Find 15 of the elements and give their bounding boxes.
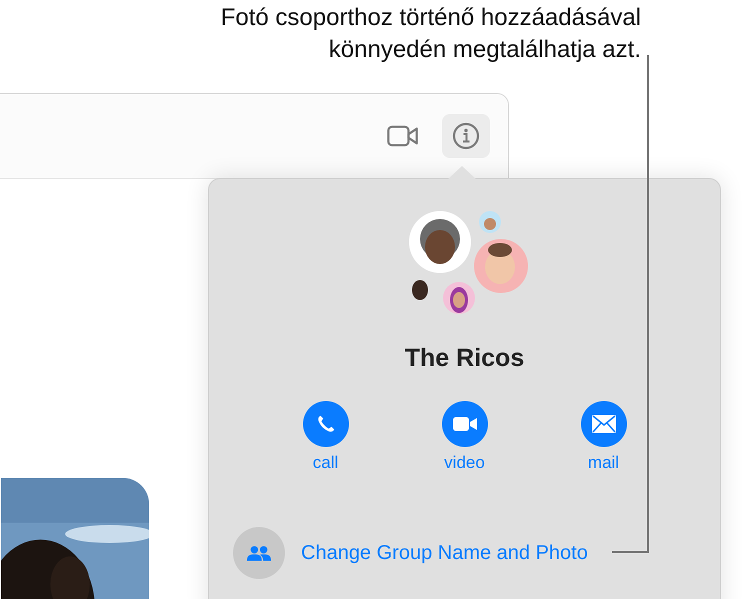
mail-label: mail xyxy=(588,453,620,473)
call-button[interactable] xyxy=(302,401,348,447)
callout-text: Fotó csoporthoz történő hozzáadásával könnyedén megtalálhatja azt. xyxy=(220,3,641,65)
change-group-name-link[interactable]: Change Group Name and Photo xyxy=(301,542,588,564)
video-button[interactable] xyxy=(442,401,488,447)
group-name: The Ricos xyxy=(404,344,524,373)
video-camera-icon[interactable] xyxy=(386,125,420,147)
call-label: call xyxy=(312,453,338,473)
info-button[interactable] xyxy=(442,114,490,158)
mail-button[interactable] xyxy=(580,401,626,447)
people-icon xyxy=(246,544,272,562)
video-label: video xyxy=(444,453,485,473)
info-icon xyxy=(452,122,480,150)
video-camera-icon xyxy=(452,415,478,433)
envelope-icon xyxy=(590,414,616,434)
